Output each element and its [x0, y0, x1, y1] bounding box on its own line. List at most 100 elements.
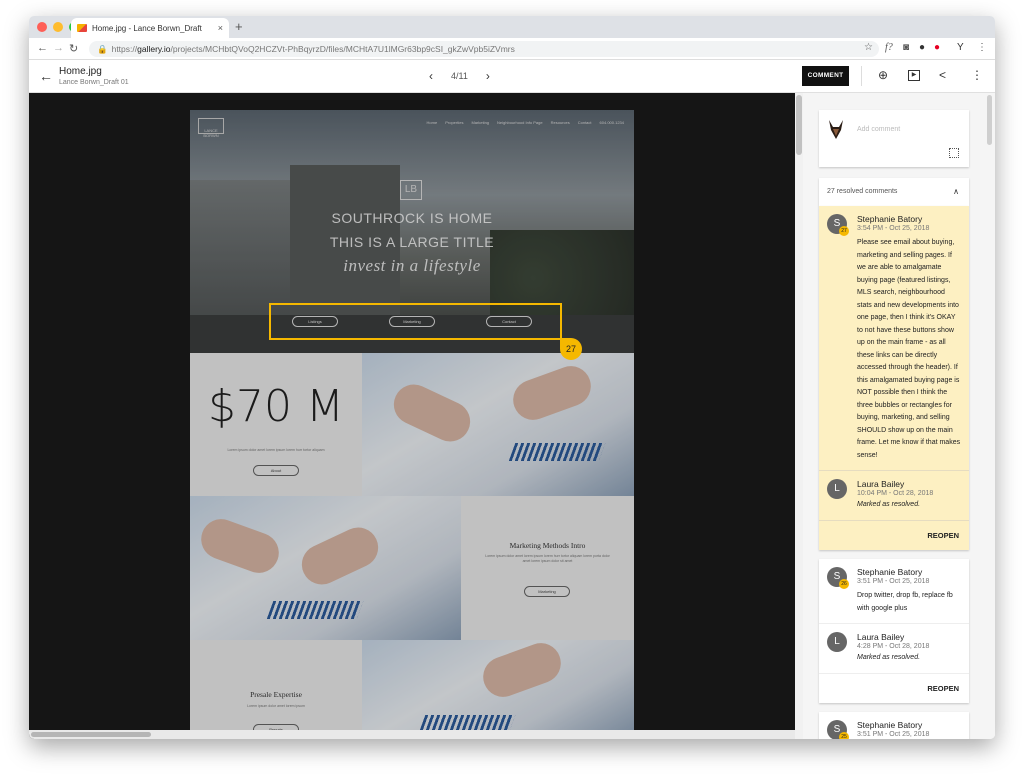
browser-tab[interactable]: Home.jpg - Lance Borwn_Draft ×	[71, 18, 229, 38]
comment-card[interactable]: S 25 Stephanie Batory 3:51 PM - Oct 25, 2…	[819, 712, 969, 739]
page-indicator: 4/11	[451, 71, 468, 81]
lock-icon: 🔒	[97, 44, 108, 54]
mockup-nav-item: Contact	[577, 120, 592, 125]
comment-author: Stephanie Batory	[857, 567, 923, 577]
camera-extension-icon[interactable]: ◙	[903, 42, 909, 53]
avatar: L	[827, 632, 847, 652]
photo-hand	[295, 520, 385, 592]
comment-card-active[interactable]: S 27 Stephanie Batory 3:54 PM - Oct 25, 2…	[819, 206, 969, 550]
resolved-comments-toggle[interactable]: 27 resolved comments ∧	[819, 178, 969, 206]
marketing-block: Marketing Methods Intro Lorem ipsum dolo…	[461, 496, 634, 640]
url-input[interactable]: 🔒 https://gallery.io/projects/MCHbtQVoQ2H…	[89, 41, 879, 57]
comment-author: Stephanie Batory	[857, 720, 923, 730]
url-path: /projects/MCHbtQVoQ2HCZVt-PhBqyrzD/files…	[170, 44, 515, 54]
share-icon[interactable]: <	[939, 68, 946, 82]
forward-arrow-icon[interactable]: →	[53, 42, 64, 54]
comment-time: 3:51 PM - Oct 25, 2018	[857, 578, 930, 585]
comment-card[interactable]: S 26 Stephanie Batory 3:51 PM - Oct 25, 2…	[819, 559, 969, 703]
reload-icon[interactable]: ↻	[69, 42, 78, 55]
photo-hand	[477, 640, 567, 703]
reply-text: Marked as resolved.	[857, 654, 921, 661]
reply-author: Laura Bailey	[857, 479, 905, 489]
url-host: gallery.io	[137, 44, 171, 54]
photo-hand	[195, 513, 285, 579]
presale-block: Presale Expertise Lorem ipsum dolor amet…	[190, 640, 362, 739]
url-scheme: https://	[111, 44, 138, 54]
avatar: S 26	[827, 567, 849, 589]
horizontal-scrollbar[interactable]	[29, 730, 795, 739]
close-window-button[interactable]	[37, 22, 47, 32]
pinterest-icon[interactable]: ●	[934, 42, 940, 53]
previous-page-icon[interactable]: ‹	[429, 69, 433, 83]
avatar: S 27	[827, 214, 849, 236]
font-extension-icon[interactable]: f?	[885, 42, 893, 53]
mockup-nav-item: Neighbourhood Info Page	[497, 120, 543, 125]
add-comment-box[interactable]: Add comment	[819, 110, 969, 167]
attach-area-icon[interactable]	[949, 148, 959, 158]
profile-extension-icon[interactable]: Y	[957, 42, 964, 53]
design-mockup[interactable]: LANCE BORWN Home Properties Marketing Ne…	[190, 110, 634, 739]
comment-text: Please see email about buying, marketing…	[857, 239, 961, 459]
marketing-text: Lorem ipsum dolor amet lorem ipsum lorem…	[485, 554, 610, 563]
presale-title: Presale Expertise	[250, 690, 302, 699]
canvas-vertical-scrollbar[interactable]	[795, 93, 803, 739]
comments-panel: Add comment 27 resolved comments ∧ S 27 S…	[803, 93, 995, 739]
mockup-logo: LANCE BORWN	[198, 118, 224, 138]
comment-number-badge: 25	[839, 732, 849, 739]
present-icon[interactable]: ▶	[908, 70, 920, 81]
comment-text: Drop twitter, drop fb, replace fb with g…	[857, 592, 953, 612]
avatar: S 25	[827, 720, 849, 739]
close-tab-icon[interactable]: ×	[218, 23, 223, 33]
new-tab-button[interactable]: +	[235, 19, 243, 34]
marketing-title: Marketing Methods Intro	[509, 541, 586, 550]
comment: S 27 Stephanie Batory 3:54 PM - Oct 25, 2…	[819, 206, 969, 470]
mockup-nav-item: Properties	[445, 120, 464, 125]
file-subtitle: Lance Borwn_Draft 01	[59, 79, 129, 86]
image-canvas[interactable]: LANCE BORWN Home Properties Marketing Ne…	[29, 93, 795, 739]
comment-selection-box[interactable]	[269, 303, 562, 340]
hero-line-3: invest in a lifestyle	[343, 256, 481, 275]
photo-chart-bars	[508, 443, 606, 461]
browser-menu-icon[interactable]: ⋮	[977, 42, 987, 53]
next-page-icon[interactable]: ›	[486, 69, 490, 83]
file-header: ← Home.jpg Lance Borwn_Draft 01 ‹ 4/11 ›…	[29, 60, 995, 93]
file-title: Home.jpg	[59, 66, 102, 77]
header-divider	[861, 66, 862, 86]
reopen-button[interactable]: REOPEN	[819, 519, 969, 550]
chevron-up-icon[interactable]: ∧	[953, 178, 959, 206]
back-icon[interactable]: ←	[39, 68, 53, 84]
reopen-button[interactable]: REOPEN	[819, 672, 969, 703]
stat-value: $70 M	[208, 381, 344, 432]
mockup-nav-item: 604.000.1234	[599, 120, 624, 125]
horizontal-scroll-thumb[interactable]	[31, 732, 151, 737]
comment-author: Stephanie Batory	[857, 214, 923, 224]
avatar: L	[827, 479, 847, 499]
add-comment-input[interactable]: Add comment	[857, 126, 900, 133]
reply-author: Laura Bailey	[857, 632, 905, 642]
reply-text: Marked as resolved.	[857, 501, 921, 508]
back-arrow-icon[interactable]: ←	[37, 42, 48, 54]
hero-logo: LB	[400, 180, 422, 200]
presale-text: Lorem ipsum dolor amet lorem ipsum	[247, 704, 305, 708]
comment-reply: L Laura Bailey 10:04 PM - Oct 28, 2018 M…	[819, 471, 969, 520]
bookmark-star-icon[interactable]: ☆	[864, 42, 873, 53]
zoom-icon[interactable]: ⊕	[878, 68, 888, 82]
more-options-icon[interactable]: ⋮	[971, 68, 983, 82]
reply-time: 10:04 PM - Oct 28, 2018	[857, 490, 934, 497]
page-navigator: ‹ 4/11 ›	[429, 69, 490, 83]
stat-text: Lorem ipsum dolor amet lorem ipsum lorem…	[227, 448, 325, 452]
minimize-window-button[interactable]	[53, 22, 63, 32]
reply-time: 4:28 PM - Oct 28, 2018	[857, 643, 930, 650]
panel-scrollbar[interactable]	[985, 93, 995, 739]
panel-scroll-thumb[interactable]	[987, 95, 992, 145]
comment-pin[interactable]: 27	[560, 338, 582, 360]
address-bar-row: ← → ↻ 🔒 https://gallery.io/projects/MCHbt…	[29, 38, 995, 60]
extension-icon[interactable]: ●	[919, 42, 925, 53]
mockup-nav: Home Properties Marketing Neighbourhood …	[427, 120, 624, 125]
stat-block: $70 M Lorem ipsum dolor amet lorem ipsum…	[190, 353, 362, 496]
tab-bar: Home.jpg - Lance Borwn_Draft × +	[29, 16, 995, 38]
canvas-scroll-thumb[interactable]	[796, 95, 802, 155]
comment: S 26 Stephanie Batory 3:51 PM - Oct 25, 2…	[819, 559, 969, 623]
mockup-nav-item: Marketing	[471, 120, 490, 125]
comment-button[interactable]: COMMENT	[802, 66, 849, 86]
